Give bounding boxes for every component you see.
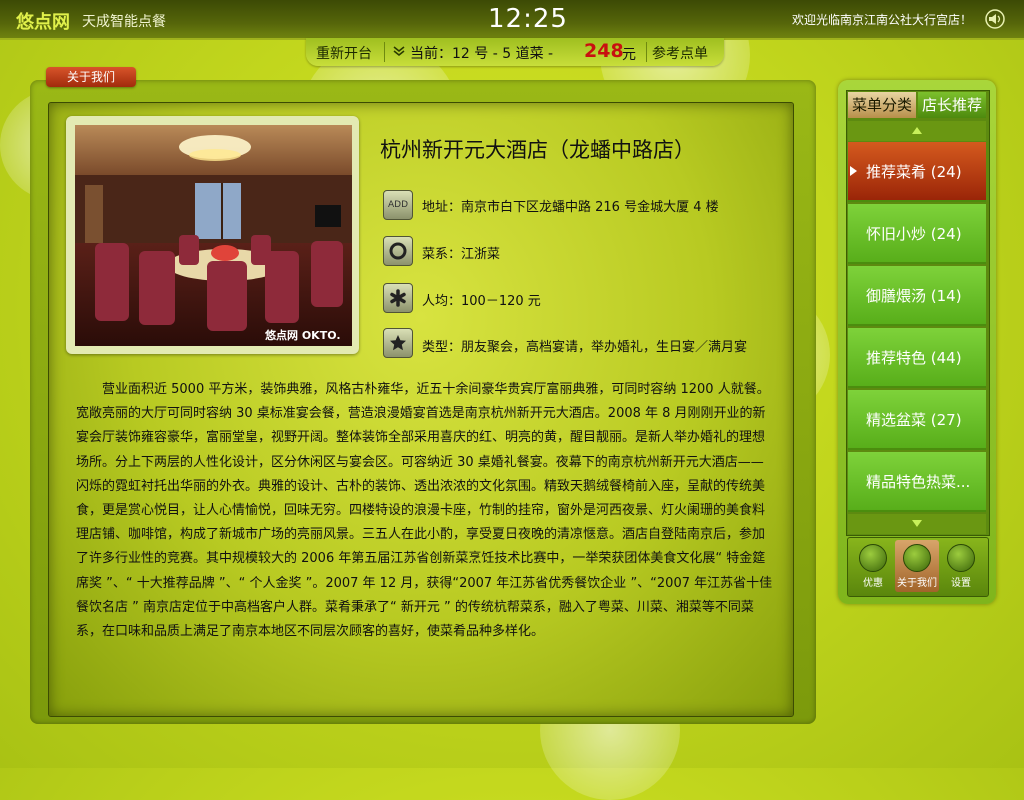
reference-order-button[interactable]: 参考点单 bbox=[652, 43, 708, 63]
about-us-tab[interactable]: 关于我们 bbox=[46, 67, 136, 87]
cuisine-icon bbox=[383, 236, 413, 266]
divider bbox=[384, 42, 385, 62]
category-item[interactable]: 精选盆菜 (27) bbox=[848, 390, 986, 450]
settings-label: 设置 bbox=[951, 578, 971, 589]
discount-button[interactable]: 优惠 bbox=[851, 540, 895, 592]
arrow-down-icon bbox=[912, 520, 922, 527]
clock: 12:25 bbox=[488, 4, 568, 34]
about-us-button[interactable]: 关于我们 bbox=[895, 540, 939, 592]
scroll-down-button[interactable] bbox=[848, 514, 986, 534]
settings-button[interactable]: 设置 bbox=[939, 540, 983, 592]
type-text: 类型：朋友聚会，高档宴请，举办婚礼，生日宴／满月宴 bbox=[422, 340, 748, 355]
welcome-message: 欢迎光临南京江南公社大行宫店！ bbox=[792, 13, 973, 27]
about-us-label: 关于我们 bbox=[897, 578, 937, 589]
brand-logo: 悠点网 bbox=[16, 12, 70, 33]
divider bbox=[646, 42, 647, 62]
scroll-up-button[interactable] bbox=[848, 121, 986, 141]
restaurant-description: 营业面积近 5000 平方米，装饰典雅，风格古朴雍华，近五十余间豪华贵宾厅富丽典… bbox=[76, 382, 773, 640]
active-marker-icon bbox=[850, 166, 857, 176]
address-icon-label: ADD bbox=[387, 200, 409, 210]
discount-label: 优惠 bbox=[863, 578, 883, 589]
order-total: 248 bbox=[584, 40, 624, 62]
brand-tagline: 天成智能点餐 bbox=[82, 14, 166, 30]
category-item[interactable]: 精品特色热菜... bbox=[848, 452, 986, 512]
restaurant-photo: 悠点网 OKTO. bbox=[75, 125, 352, 346]
photo-watermark: 悠点网 OKTO. bbox=[264, 328, 341, 342]
address-icon: ADD bbox=[383, 190, 413, 220]
star-icon bbox=[383, 328, 413, 358]
arrow-up-icon bbox=[912, 127, 922, 134]
speaker-icon[interactable] bbox=[984, 9, 1006, 29]
tab-menu-categories[interactable]: 菜单分类 bbox=[848, 92, 916, 118]
top-bar: 悠点网 天成智能点餐 12:25 欢迎光临南京江南公社大行宫店！ bbox=[0, 0, 1024, 40]
restaurant-name: 杭州新开元大酒店（龙蟠中路店） bbox=[380, 138, 695, 162]
asterisk-icon bbox=[383, 283, 413, 313]
restart-table-button[interactable]: 重新开台 bbox=[316, 43, 372, 63]
category-item[interactable]: 怀旧小炒 (24) bbox=[848, 204, 986, 264]
category-item[interactable]: 御膳煨汤 (14) bbox=[848, 266, 986, 326]
category-item[interactable]: 推荐菜肴 (24) bbox=[848, 142, 986, 202]
discount-icon bbox=[859, 544, 887, 572]
about-icon bbox=[903, 544, 931, 572]
current-order-info: 当前：12 号 - 5 道菜 - bbox=[410, 46, 554, 62]
order-bar: 重新开台 当前：12 号 - 5 道菜 - 248 元 参考点单 bbox=[306, 38, 724, 66]
settings-icon bbox=[947, 544, 975, 572]
address-text: 地址：南京市白下区龙蟠中路 216 号金城大厦 4 楼 bbox=[422, 200, 719, 215]
currency-unit: 元 bbox=[622, 47, 636, 63]
tab-manager-recommendations[interactable]: 店长推荐 bbox=[918, 92, 986, 118]
chevron-down-icon[interactable] bbox=[392, 44, 406, 58]
category-item[interactable]: 推荐特色 (44) bbox=[848, 328, 986, 388]
price-per-person-text: 人均：100－120 元 bbox=[422, 294, 541, 309]
cuisine-text: 菜系：江浙菜 bbox=[422, 247, 501, 262]
